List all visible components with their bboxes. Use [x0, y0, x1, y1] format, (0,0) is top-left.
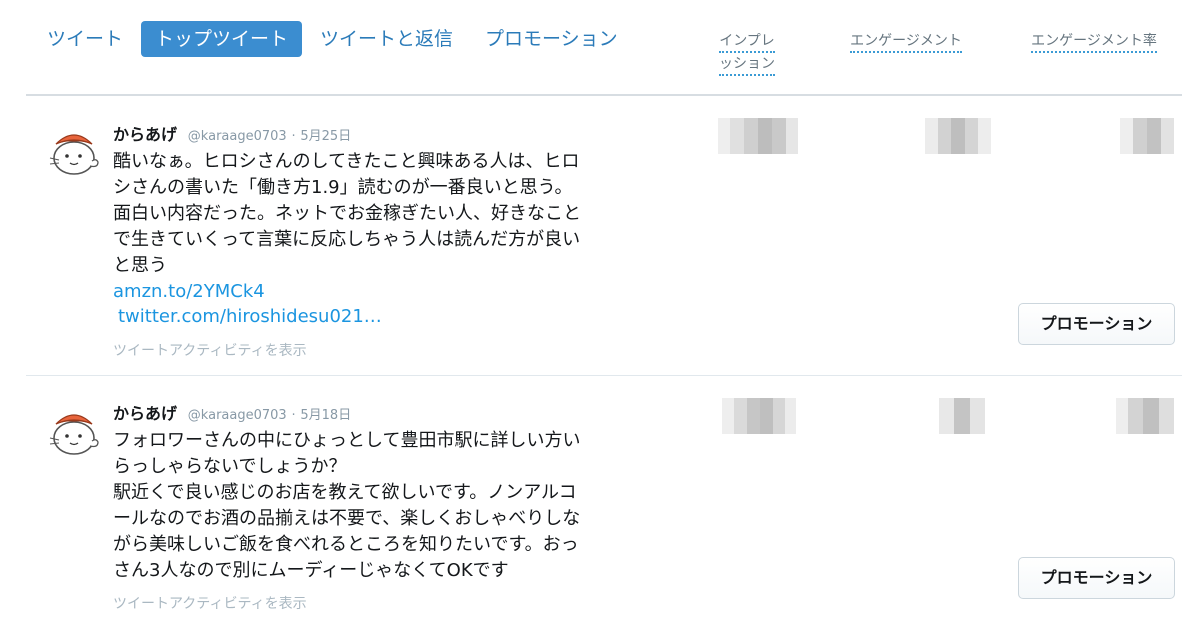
- impressions-value-redacted: [722, 398, 796, 434]
- tweet-author-name[interactable]: からあげ: [113, 404, 177, 423]
- promote-button[interactable]: プロモーション: [1018, 303, 1175, 345]
- view-tweet-activity-link[interactable]: ツイートアクティビティを表示: [113, 340, 673, 360]
- tweet-row: からあげ @karaage0703 · 5月18日 フォロワーさんの中にひょっと…: [26, 376, 1182, 623]
- tab-tweets[interactable]: ツイート: [33, 21, 137, 57]
- tweet-meta: からあげ @karaage0703 · 5月18日: [113, 402, 673, 428]
- tweet-body: からあげ @karaage0703 · 5月18日 フォロワーさんの中にひょっと…: [113, 402, 673, 613]
- tweet-date[interactable]: 5月25日: [300, 129, 351, 144]
- engagement-rate-value-redacted: [1120, 118, 1174, 154]
- column-header-engagements-label: エンゲージメント: [850, 33, 962, 53]
- column-header-impressions-label: インプレ: [719, 33, 775, 53]
- column-header-engagements[interactable]: エンゲージメント: [835, 30, 977, 53]
- tweet-author-handle[interactable]: @karaage0703: [188, 408, 287, 423]
- tweet-filter-tabs: ツイート トップツイート ツイートと返信 プロモーション: [33, 21, 632, 57]
- cat-with-hat-avatar-icon[interactable]: [46, 124, 102, 180]
- column-header-engagement-rate-label: エンゲージメント率: [1031, 33, 1157, 53]
- impressions-value-redacted: [718, 118, 798, 154]
- engagement-rate-value-redacted: [1116, 398, 1174, 434]
- view-tweet-activity-link[interactable]: ツイートアクティビティを表示: [113, 593, 673, 613]
- column-header-impressions-label-2: ッション: [719, 56, 775, 76]
- tweet-date[interactable]: 5月18日: [300, 408, 351, 423]
- promote-button[interactable]: プロモーション: [1018, 557, 1175, 599]
- tweet-row: からあげ @karaage0703 · 5月25日 酷いなぁ。ヒロシさんのしてき…: [26, 96, 1182, 375]
- tweet-text: フォロワーさんの中にひょっとして豊田市駅に詳しい方い らっしゃらないでしょうか？…: [113, 430, 581, 581]
- tweet-link-twitter[interactable]: twitter.com/hiroshidesu021…: [113, 304, 673, 329]
- tab-top-tweets[interactable]: トップツイート: [141, 21, 303, 57]
- tab-promotions[interactable]: プロモーション: [471, 21, 632, 57]
- tweet-text: 酷いなぁ。ヒロシさんのしてきたこと興味ある人は、ヒロ シさんの書いた「働き方1.…: [113, 151, 581, 276]
- tweet-author-handle[interactable]: @karaage0703: [188, 129, 287, 144]
- column-header-engagement-rate[interactable]: エンゲージメント率: [1013, 30, 1175, 53]
- cat-with-hat-avatar-icon[interactable]: [46, 404, 102, 460]
- tweet-link-amazon[interactable]: amzn.to/2YMCk4: [113, 279, 673, 304]
- tweet-meta: からあげ @karaage0703 · 5月25日: [113, 123, 673, 149]
- engagements-value-redacted: [925, 118, 991, 154]
- tweet-body: からあげ @karaage0703 · 5月25日 酷いなぁ。ヒロシさんのしてき…: [113, 123, 673, 360]
- engagements-value-redacted: [939, 398, 985, 434]
- meta-separator: ·: [291, 408, 296, 423]
- tweet-author-name[interactable]: からあげ: [113, 125, 177, 144]
- column-header-impressions[interactable]: インプレ ッション: [705, 30, 789, 76]
- meta-separator: ·: [291, 129, 296, 144]
- tab-tweets-and-replies[interactable]: ツイートと返信: [306, 21, 467, 57]
